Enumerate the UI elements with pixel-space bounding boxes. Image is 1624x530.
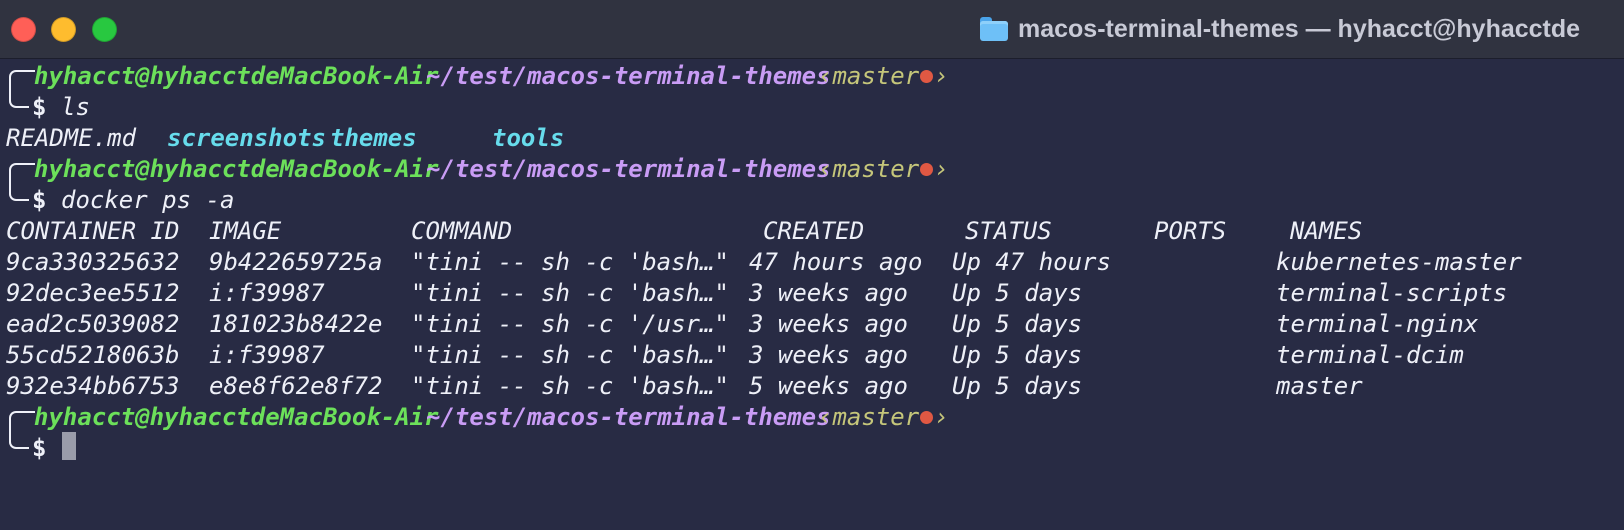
docker-table-row: ead2c5039082 181023b8422e "tini -- sh -c… (6, 308, 1478, 340)
prompt-symbol: $ (32, 93, 47, 121)
ls-item-tools: tools (492, 124, 565, 152)
cell-container-id: 932e34bb6753 (6, 372, 180, 400)
prompt-git-branch: ‹master › (818, 62, 949, 90)
cell-command: "tini -- sh -c 'bash…" (411, 248, 729, 276)
docker-table-row: 92dec3ee5512 i:f39987 "tini -- sh -c 'ba… (6, 277, 1507, 309)
command-line: $ docker ps -a (6, 184, 234, 216)
prompt-path: ~/test/macos-terminal-themes (426, 62, 831, 90)
prompt-symbol: $ (32, 186, 47, 214)
cell-command: "tini -- sh -c 'bash…" (411, 341, 729, 369)
cell-container-id: ead2c5039082 (6, 310, 180, 338)
cell-command: "tini -- sh -c 'bash…" (411, 372, 729, 400)
command-text: ls (61, 93, 90, 121)
docker-table-header: CONTAINER ID IMAGE COMMAND CREATED STATU… (6, 215, 1362, 247)
header-names: NAMES (1290, 217, 1363, 245)
cell-status: Up 47 hours (952, 248, 1111, 276)
window-title-text: macos-terminal-themes — hyhacct@hyhacctd… (1018, 14, 1581, 43)
cell-container-id: 92dec3ee5512 (6, 279, 180, 307)
docker-table-row: 9ca330325632 9b422659725a "tini -- sh -c… (6, 246, 1522, 278)
folder-icon (980, 17, 1008, 41)
header-command: COMMAND (411, 217, 513, 245)
window-title: macos-terminal-themes — hyhacct@hyhacctd… (980, 12, 1580, 46)
prompt-user-host: hyhacct@hyhacctdeMacBook-Air (34, 62, 439, 90)
docker-table-row: 55cd5218063b i:f39987 "tini -- sh -c 'ba… (6, 339, 1464, 371)
ls-output: README.md screenshots themes tools (6, 122, 564, 154)
terminal-window: macos-terminal-themes — hyhacct@hyhacctd… (0, 0, 1624, 530)
text-cursor[interactable] (62, 432, 76, 460)
command-text: docker ps -a (61, 186, 235, 214)
cell-names: master (1276, 372, 1363, 400)
command-line: $ ls (6, 91, 93, 123)
cell-image: e8e8f62e8f72 (209, 372, 383, 400)
cell-created: 3 weeks ago (749, 279, 908, 307)
cell-image: i:f39987 (209, 341, 325, 369)
cell-command: "tini -- sh -c 'bash…" (411, 279, 729, 307)
close-button[interactable] (11, 17, 36, 42)
cell-status: Up 5 days (952, 372, 1083, 400)
cell-status: Up 5 days (952, 341, 1083, 369)
minimize-button[interactable] (51, 17, 76, 42)
header-status: STATUS (965, 217, 1052, 245)
cell-created: 3 weeks ago (749, 310, 908, 338)
prompt-user-host: hyhacct@hyhacctdeMacBook-Air (34, 403, 439, 431)
terminal-content[interactable]: hyhacct@hyhacctdeMacBook-Air ~/test/maco… (0, 60, 1624, 530)
prompt-path: ~/test/macos-terminal-themes (426, 155, 831, 183)
git-dirty-icon (920, 163, 934, 176)
cell-status: Up 5 days (952, 279, 1083, 307)
cell-command: "tini -- sh -c '/usr…" (411, 310, 729, 338)
ls-item-themes: themes (330, 124, 417, 152)
docker-table-row: 932e34bb6753 e8e8f62e8f72 "tini -- sh -c… (6, 370, 1363, 402)
header-image: IMAGE (209, 217, 282, 245)
cell-status: Up 5 days (952, 310, 1083, 338)
cell-created: 47 hours ago (749, 248, 923, 276)
git-dirty-icon (920, 411, 934, 424)
cell-image: i:f39987 (209, 279, 325, 307)
cell-names: terminal-scripts (1276, 279, 1508, 307)
prompt-user-host: hyhacct@hyhacctdeMacBook-Air (34, 155, 439, 183)
cell-container-id: 55cd5218063b (6, 341, 180, 369)
cell-container-id: 9ca330325632 (6, 248, 180, 276)
command-line[interactable]: $ (6, 432, 93, 464)
header-created: CREATED (763, 217, 865, 245)
cell-image: 9b422659725a (209, 248, 383, 276)
prompt-path: ~/test/macos-terminal-themes (426, 403, 831, 431)
ls-item-readme: README.md (6, 124, 137, 152)
cell-image: 181023b8422e (209, 310, 383, 338)
prompt-git-branch: ‹master › (818, 155, 949, 183)
cell-created: 5 weeks ago (749, 372, 908, 400)
zoom-button[interactable] (92, 17, 117, 42)
cell-created: 3 weeks ago (749, 341, 908, 369)
title-bar[interactable]: macos-terminal-themes — hyhacct@hyhacctd… (0, 0, 1624, 59)
ls-item-screenshots: screenshots (167, 124, 326, 152)
git-dirty-icon (920, 70, 934, 83)
prompt-git-branch: ‹master › (818, 403, 949, 431)
cell-names: terminal-dcim (1276, 341, 1464, 369)
header-container-id: CONTAINER ID (6, 217, 180, 245)
cell-names: kubernetes-master (1276, 248, 1522, 276)
header-ports: PORTS (1154, 217, 1227, 245)
cell-names: terminal-nginx (1276, 310, 1479, 338)
prompt-symbol: $ (32, 434, 47, 462)
